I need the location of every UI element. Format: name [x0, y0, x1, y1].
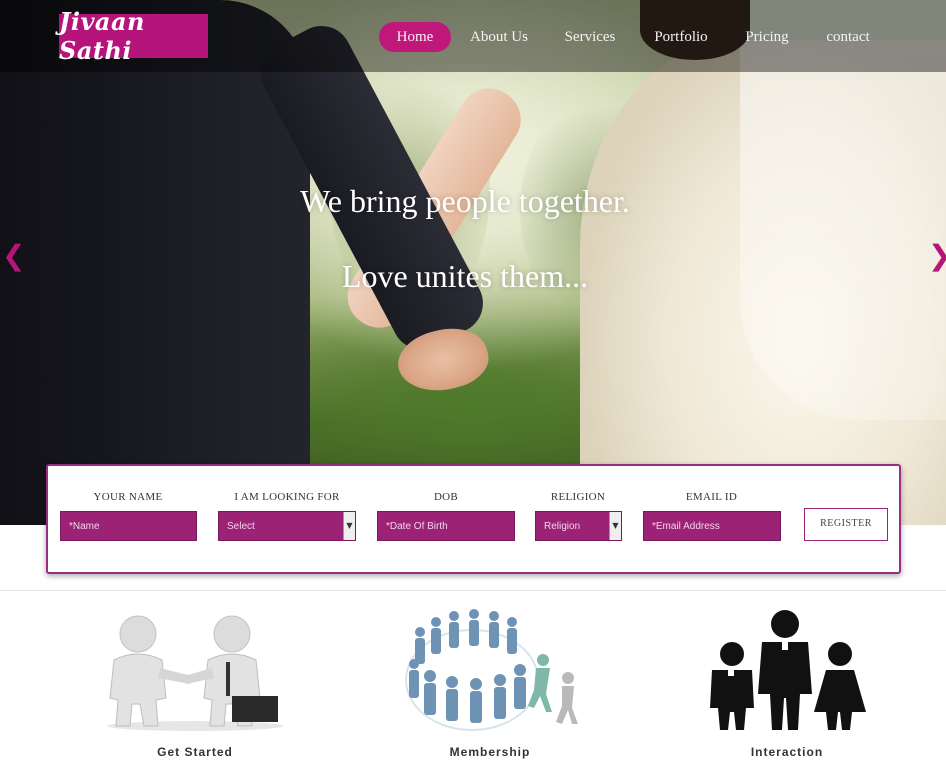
- nav-about-us[interactable]: About Us: [462, 22, 536, 52]
- religion-label: RELIGION: [550, 491, 606, 503]
- hero-headline: We bring people together.: [300, 183, 630, 219]
- chevron-down-icon[interactable]: ▼: [609, 512, 621, 540]
- religion-select[interactable]: Religion ▼: [535, 511, 622, 541]
- email-input[interactable]: *Email Address: [643, 511, 781, 541]
- feature-interaction[interactable]: Interaction: [712, 745, 862, 759]
- looking-for-value: Select: [227, 521, 255, 532]
- dob-label: DOB: [433, 491, 459, 503]
- nav-services[interactable]: Services: [556, 22, 624, 52]
- section-divider: [0, 590, 946, 591]
- hero-subline: Love unites them...: [341, 258, 589, 294]
- nav-home[interactable]: Home: [379, 22, 451, 52]
- top-navbar: Jivaan Sathi Home About Us Services Port…: [0, 0, 946, 72]
- feature-membership[interactable]: Membership: [415, 745, 565, 759]
- name-label: YOUR NAME: [93, 491, 163, 503]
- chevron-right-icon[interactable]: ❯: [928, 242, 946, 270]
- nav-contact[interactable]: contact: [817, 22, 879, 52]
- nav-pricing[interactable]: Pricing: [737, 22, 797, 52]
- register-button[interactable]: REGISTER: [804, 508, 888, 541]
- hero-slider: We bring people together. Love unites th…: [0, 0, 946, 525]
- looking-for-label: I AM LOOKING FOR: [234, 491, 340, 503]
- nav-portfolio[interactable]: Portfolio: [645, 22, 717, 52]
- site-logo[interactable]: Jivaan Sathi: [59, 7, 208, 65]
- religion-value: Religion: [544, 521, 581, 532]
- looking-for-select[interactable]: Select ▼: [218, 511, 356, 541]
- feature-get-started[interactable]: Get Started: [120, 745, 270, 759]
- chevron-down-icon[interactable]: ▼: [343, 512, 355, 540]
- email-label: EMAIL ID: [685, 491, 738, 503]
- name-input[interactable]: *Name: [60, 511, 197, 541]
- chevron-left-icon[interactable]: ❮: [2, 242, 25, 270]
- dob-input[interactable]: *Date Of Birth: [377, 511, 515, 541]
- people-circle-icon[interactable]: [400, 608, 590, 733]
- handshake-icon[interactable]: [100, 612, 290, 732]
- register-form: YOUR NAME *Name I AM LOOKING FOR Select …: [46, 464, 901, 574]
- family-icon[interactable]: [700, 608, 875, 733]
